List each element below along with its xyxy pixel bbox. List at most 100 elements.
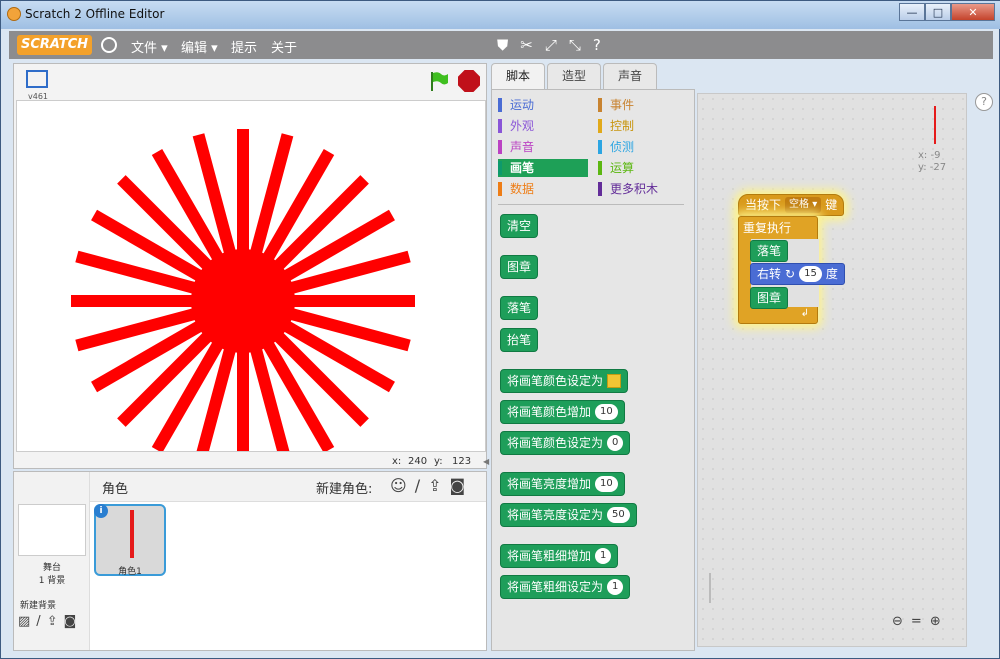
info-icon[interactable]: i: [94, 504, 108, 518]
minimize-button[interactable]: —: [899, 3, 925, 21]
zoom-in-icon[interactable]: ⊕: [930, 614, 941, 629]
window-title: Scratch 2 Offline Editor: [25, 7, 165, 21]
block-clear[interactable]: 清空: [500, 214, 539, 238]
pen-starburst-drawing: [71, 129, 415, 473]
menu-file[interactable]: 文件 ▾: [131, 37, 168, 56]
backdrop-count: 1 背景: [38, 576, 66, 586]
sprite-name: 角色1: [118, 567, 142, 577]
toolbar-icons: ⛊ ✂ ⤢ ⤡ ?: [497, 35, 601, 55]
mouse-y-value: 123: [452, 456, 472, 467]
new-sprite-label: 新建角色:: [316, 482, 373, 497]
category-pen[interactable]: 画笔: [498, 159, 588, 177]
turn-clockwise-icon: ↻: [785, 267, 796, 281]
stage-header: v461: [14, 64, 486, 101]
scratch-cat-icon: [7, 7, 21, 21]
key-dropdown[interactable]: 空格 ▾: [785, 197, 822, 213]
category-control[interactable]: 控制: [598, 117, 688, 135]
sprite-library-icon[interactable]: ☺: [390, 476, 407, 495]
block-set-pen-shade[interactable]: 将画笔亮度设定为 50: [500, 503, 637, 527]
scratch-logo[interactable]: SCRATCH: [17, 35, 93, 55]
green-flag-icon[interactable]: [428, 70, 450, 92]
help-button[interactable]: ?: [975, 93, 993, 111]
editor-tabs: 脚本 造型 声音: [491, 63, 659, 89]
new-backdrop-tools: ▨ / ⇪ ◙: [18, 614, 76, 629]
block-palette: 运动 事件 外观 控制 声音 侦测 画笔 运算 数据 更多积木 清空 图章 落笔…: [491, 89, 695, 651]
mouse-x-label: x:: [392, 456, 402, 467]
color-swatch[interactable]: [607, 374, 622, 388]
turn-right-block[interactable]: 右转 ↻ 15 度: [750, 263, 845, 285]
menu-about[interactable]: 关于: [271, 37, 297, 56]
block-change-pen-shade[interactable]: 将画笔亮度增加 10: [500, 472, 625, 496]
sprite-thumbnail[interactable]: i 角色1: [94, 504, 166, 577]
block-set-pen-color-swatch[interactable]: 将画笔颜色设定为: [500, 369, 629, 393]
sprites-title: 角色: [102, 482, 129, 497]
category-looks[interactable]: 外观: [498, 117, 588, 135]
category-sound[interactable]: 声音: [498, 138, 588, 156]
category-sensing[interactable]: 侦测: [598, 138, 688, 156]
paint-new-sprite-icon[interactable]: /: [415, 476, 420, 495]
palette-scrollbar[interactable]: [709, 573, 711, 603]
camera-icon[interactable]: ◙: [64, 614, 77, 629]
category-data[interactable]: 数据: [498, 180, 588, 198]
new-backdrop-label: 新建背景: [20, 601, 57, 611]
close-button[interactable]: ✕: [951, 3, 995, 21]
category-operators[interactable]: 运算: [598, 159, 688, 177]
scripts-area[interactable]: x: -9 y: -27 当按下 空格 ▾ 键 重复执行 ↲ 落笔 右转 ↻ 1…: [697, 93, 967, 647]
stage-canvas[interactable]: [16, 100, 486, 473]
category-events[interactable]: 事件: [598, 96, 688, 114]
block-set-pen-size[interactable]: 将画笔粗细设定为 1: [500, 575, 631, 599]
block-set-pen-color-number[interactable]: 将画笔颜色设定为 0: [500, 431, 631, 455]
stop-sign-icon[interactable]: [458, 70, 480, 92]
block-change-pen-color[interactable]: 将画笔颜色增加 10: [500, 400, 625, 424]
upload-sprite-icon[interactable]: ⇪: [428, 476, 441, 495]
grow-icon[interactable]: ⤢: [545, 35, 557, 55]
stage-thumbnail[interactable]: [18, 504, 86, 556]
block-pen-up[interactable]: 抬笔: [500, 328, 539, 352]
sprites-panel: 舞台 1 背景 新建背景 ▨ / ⇪ ◙ 角色 新建角色: ☺ / ⇪ ◙ i …: [13, 471, 487, 651]
category-divider: [498, 204, 684, 205]
help-question-icon[interactable]: ?: [593, 35, 601, 55]
fullscreen-icon[interactable]: [26, 70, 48, 88]
new-sprite-tools: ☺ / ⇪ ◙: [390, 476, 465, 495]
sprite-x-readout: x: -9: [918, 150, 941, 161]
window-controls: — □ ✕: [899, 3, 995, 21]
app-window: Scratch 2 Offline Editor — □ ✕ SCRATCH 文…: [0, 0, 1000, 659]
script-stamp-block[interactable]: 图章: [750, 287, 789, 309]
category-motion[interactable]: 运动: [498, 96, 588, 114]
camera-sprite-icon[interactable]: ◙: [449, 476, 465, 495]
shrink-icon[interactable]: ⤡: [569, 35, 581, 55]
mouse-y-label: y:: [434, 456, 443, 467]
loop-arrow-icon: ↲: [800, 308, 809, 319]
pen-center-fill: [191, 249, 295, 353]
block-change-pen-size[interactable]: 将画笔粗细增加 1: [500, 544, 619, 568]
menu-edit[interactable]: 编辑 ▾: [181, 37, 218, 56]
tab-scripts[interactable]: 脚本: [491, 63, 546, 89]
block-pen-down[interactable]: 落笔: [500, 296, 539, 320]
block-stamp[interactable]: 图章: [500, 255, 539, 279]
stage-panel: v461 x: 240 y: 123: [13, 63, 487, 473]
cut-scissors-icon[interactable]: ✂: [520, 35, 533, 55]
tab-sounds[interactable]: 声音: [603, 63, 658, 89]
menu-tips[interactable]: 提示: [231, 37, 257, 56]
tab-costumes[interactable]: 造型: [547, 63, 602, 89]
zoom-reset-icon[interactable]: =: [911, 614, 922, 629]
stage-label: 舞台: [42, 563, 61, 573]
language-globe-icon[interactable]: [101, 37, 117, 53]
zoom-out-icon[interactable]: ⊖: [892, 614, 903, 629]
sprite-y-readout: y: -27: [918, 162, 947, 173]
zoom-controls: ⊖ = ⊕: [892, 614, 941, 629]
category-more-blocks[interactable]: 更多积木: [598, 180, 688, 198]
backdrop-library-icon[interactable]: ▨: [18, 614, 30, 629]
sprite-position: x: -9 y: -27: [918, 150, 946, 174]
mouse-x-value: 240: [408, 456, 428, 467]
title-bar: Scratch 2 Offline Editor — □ ✕: [1, 1, 1000, 29]
sprite-costume-preview: [130, 510, 134, 558]
paint-brush-icon[interactable]: /: [36, 614, 40, 629]
duplicate-stamp-icon[interactable]: ⛊: [497, 35, 508, 55]
script-pen-down-block[interactable]: 落笔: [750, 240, 789, 262]
turn-degrees-input[interactable]: 15: [799, 266, 822, 282]
maximize-button[interactable]: □: [925, 3, 951, 21]
when-key-pressed-block[interactable]: 当按下 空格 ▾ 键: [738, 194, 845, 216]
upload-icon[interactable]: ⇪: [47, 614, 58, 629]
collapse-arrow-icon[interactable]: ◀: [483, 457, 491, 469]
